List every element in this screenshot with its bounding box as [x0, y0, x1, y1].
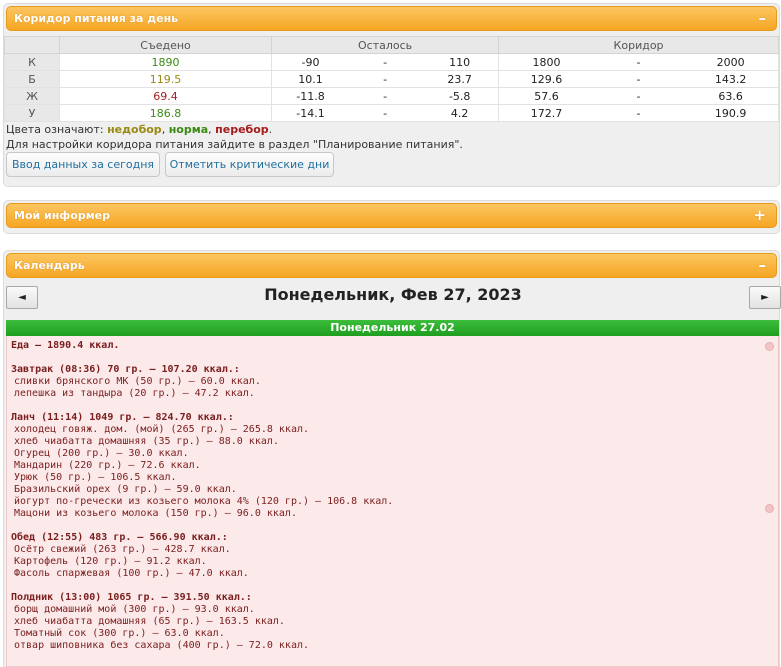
eaten-value: 1890 — [58, 53, 273, 71]
corridor-panel-title: Коридор питания за день — [14, 12, 179, 25]
left-range: -14.1 - 4.2 — [271, 104, 500, 122]
header-left: Осталось — [271, 36, 500, 54]
calendar-panel-header[interactable]: Календарь – — [6, 253, 777, 278]
table-row: К 1890 -90 - 110 1800 - 2000 — [4, 53, 779, 71]
left-range: 10.1 - 23.7 — [271, 70, 500, 88]
eaten-value: 186.8 — [58, 104, 273, 122]
meal-item: хлеб чиабатта домашняя (35 гр.) — 88.0 к… — [14, 436, 279, 447]
meal-item: Мацони из козьего молока (150 гр.) — 96.… — [14, 508, 297, 519]
prev-day-button[interactable]: ◄ — [6, 286, 38, 309]
meal-item: Мандарин (220 гр.) — 72.6 ккал. — [14, 460, 201, 471]
corner-header — [4, 36, 60, 54]
row-label: Б — [4, 70, 60, 88]
corridor-low: 1800 — [532, 55, 561, 69]
meal-item: Томатный сок (300 гр.) — 63.0 ккал. — [14, 628, 225, 639]
meal-item: Картофель (120 гр.) — 91.2 ккал. — [14, 556, 207, 567]
header-corridor: Коридор — [498, 36, 779, 54]
calendar-panel-title: Календарь — [14, 259, 85, 272]
day-meals-list: Еда — 1890.4 ккал. Завтрак (08:36) 70 гр.… — [6, 336, 779, 667]
left-range: -90 - 110 — [271, 53, 500, 71]
left-low: -14.1 — [296, 106, 325, 120]
colors-legend: Цвета означают: недобор, норма, перебор. — [6, 123, 273, 136]
meal-item: Осётр свежий (263 гр.) — 428.7 ккал. — [14, 544, 231, 555]
legend-norm: норма — [168, 123, 209, 136]
table-row: Б 119.5 10.1 - 23.7 129.6 - 143.2 — [4, 70, 779, 88]
row-label: К — [4, 53, 60, 71]
eaten-value: 119.5 — [58, 70, 273, 88]
left-low: -11.8 — [296, 89, 325, 103]
arrow-left-icon: ◄ — [18, 292, 26, 303]
meal-item: отвар шиповника без сахара (400 гр.) — 7… — [14, 640, 310, 651]
corridor-high: 190.9 — [714, 106, 747, 120]
corridor-range: 57.6 - 63.6 — [498, 87, 779, 105]
range-dash: - — [636, 106, 641, 120]
range-dash: - — [636, 89, 641, 103]
meal-item: Фасоль спаржевая (100 гр.) — 47.0 ккал. — [14, 568, 249, 579]
corridor-range: 1800 - 2000 — [498, 53, 779, 71]
legend-prefix: Цвета означают: — [6, 123, 104, 136]
mark-critical-days-button[interactable]: Отметить критические дни — [165, 152, 334, 177]
calendar-date: Понедельник, Фев 27, 2023 — [264, 285, 522, 304]
informer-panel-title: Мой информер — [14, 209, 111, 222]
corridor-range: 129.6 - 143.2 — [498, 70, 779, 88]
informer-panel: Мой информер + — [3, 200, 780, 234]
corridor-high: 143.2 — [714, 72, 747, 86]
corridor-panel-header[interactable]: Коридор питания за день – — [6, 6, 777, 31]
table-row: Ж 69.4 -11.8 - -5.8 57.6 - 63.6 — [4, 87, 779, 105]
table-row: У 186.8 -14.1 - 4.2 172.7 - 190.9 — [4, 104, 779, 122]
left-high: 110 — [449, 55, 471, 69]
collapse-icon[interactable]: – — [759, 7, 767, 30]
corridor-low: 129.6 — [530, 72, 563, 86]
left-high: 23.7 — [447, 72, 472, 86]
corridor-low: 172.7 — [530, 106, 563, 120]
settings-hint: Для настройки коридора питания зайдите в… — [6, 138, 463, 151]
header-eaten: Съедено — [58, 36, 273, 54]
corridor-high: 2000 — [716, 55, 745, 69]
corridor-range: 172.7 - 190.9 — [498, 104, 779, 122]
meal-summary: Завтрак (08:36) 70 гр. — 107.20 ккал.: — [11, 364, 240, 375]
row-label: Ж — [4, 87, 60, 105]
expand-icon[interactable]: + — [753, 204, 766, 227]
enter-today-button[interactable]: Ввод данных за сегодня — [6, 152, 160, 177]
meal-item: йогурт по-гречески из козьего молока 4% … — [14, 496, 394, 507]
day-header[interactable]: Понедельник 27.02 — [6, 320, 779, 336]
meal-item: лепешка из тандыра (20 гр.) — 47.2 ккал. — [14, 388, 255, 399]
range-dash: - — [636, 72, 641, 86]
left-low: 10.1 — [298, 72, 323, 86]
row-label: У — [4, 104, 60, 122]
meal-summary: Еда — 1890.4 ккал. — [11, 340, 120, 351]
dot-icon — [765, 342, 774, 351]
dot-icon — [765, 504, 774, 513]
range-dash: - — [383, 72, 388, 86]
corridor-low: 57.6 — [534, 89, 559, 103]
meal-item: Урюк (50 гр.) — 106.5 ккал. — [14, 472, 177, 483]
left-range: -11.8 - -5.8 — [271, 87, 500, 105]
corridor-high: 63.6 — [718, 89, 743, 103]
range-dash: - — [383, 55, 388, 69]
meal-summary: Обед (12:55) 483 гр. — 566.90 ккал.: — [11, 532, 228, 543]
meal-item: Огурец (200 гр.) — 30.0 ккал. — [14, 448, 189, 459]
meal-item: Бразильский орех (9 гр.) — 59.0 ккал. — [14, 484, 237, 495]
informer-panel-header[interactable]: Мой информер + — [6, 203, 777, 228]
legend-over: перебор — [215, 123, 269, 136]
collapse-icon[interactable]: – — [759, 254, 767, 277]
eaten-value: 69.4 — [58, 87, 273, 105]
range-dash: - — [383, 89, 388, 103]
meal-item: сливки брянского МК (50 гр.) — 60.0 ккал… — [14, 376, 261, 387]
range-dash: - — [636, 55, 641, 69]
meal-summary: Ланч (11:14) 1049 гр. — 824.70 ккал.: — [11, 412, 234, 423]
meal-summary: Полдник (13:00) 1065 гр. — 391.50 ккал.: — [11, 592, 252, 603]
left-high: -5.8 — [448, 89, 471, 103]
corridor-table: Съедено Осталось Коридор К 1890 -90 - 110 180… — [4, 36, 779, 122]
left-high: 4.2 — [450, 106, 469, 120]
meal-item: холодец говяж. дом. (мой) (265 гр.) — 26… — [14, 424, 310, 435]
range-dash: - — [383, 106, 388, 120]
left-low: -90 — [301, 55, 320, 69]
arrow-right-icon: ► — [761, 292, 769, 303]
legend-under: недобор — [107, 123, 162, 136]
next-day-button[interactable]: ► — [749, 286, 781, 309]
meal-item: борщ домашний мой (300 гр.) — 93.0 ккал. — [14, 604, 255, 615]
meal-item: хлеб чиабатта домашняя (65 гр.) — 163.5 … — [14, 616, 285, 627]
